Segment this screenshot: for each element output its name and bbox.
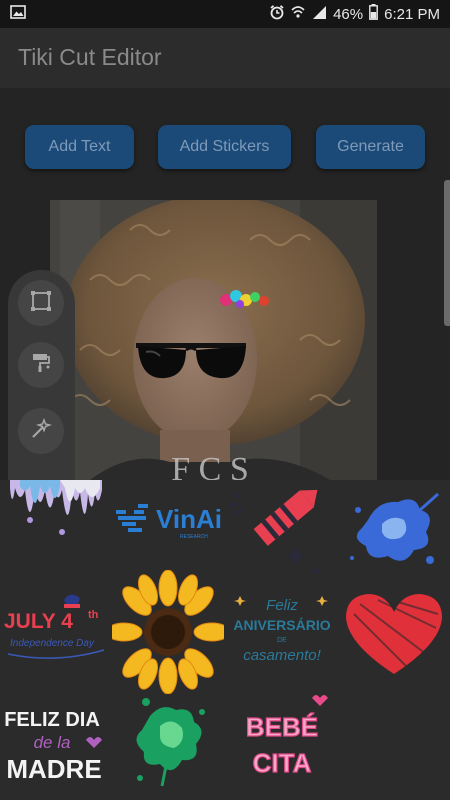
app-bar: Tiki Cut Editor (0, 28, 450, 88)
tool-rail (8, 270, 75, 480)
app-title: Tiki Cut Editor (18, 44, 162, 70)
july-4th-title: JULY 4 (4, 610, 73, 633)
crop-frame-icon (29, 289, 53, 318)
screen: 46% 6:21 PM Tiki Cut Editor Add Text Add… (0, 0, 450, 800)
sunflower-sticker[interactable] (112, 570, 224, 694)
july-4th-subtitle: Independence Day (10, 638, 95, 649)
bebecita-line-2: CITA (253, 748, 312, 778)
green-splash-sticker[interactable] (116, 686, 228, 792)
july-4th-sticker[interactable]: JULY 4 th Independence Day (0, 584, 112, 690)
firework-rocket-sticker[interactable] (224, 480, 336, 586)
battery-percent: 46% (333, 5, 364, 23)
bebecita-line-1: BEBÉ (246, 712, 318, 742)
image-icon (10, 5, 26, 23)
aniversario-line-3: DE (277, 637, 287, 644)
paint-drip-sticker[interactable] (0, 480, 112, 586)
madre-line-3: MADRE (6, 754, 101, 784)
bebecita-sticker[interactable]: BEBÉ CITA (226, 690, 338, 796)
battery-icon (369, 4, 379, 24)
photo-canvas[interactable]: F C S (50, 200, 377, 480)
aniversario-line-2: ANIVERSÁRIO (233, 617, 330, 633)
blue-splash-sticker[interactable] (338, 480, 450, 586)
feliz-dia-madre-sticker[interactable]: FELIZ DIA de la MADRE (0, 690, 112, 796)
july-4th-suffix: th (88, 609, 99, 621)
paint-tool-button[interactable] (18, 342, 64, 388)
madre-line-2: de la (34, 733, 71, 752)
scrollbar-thumb[interactable] (444, 180, 450, 326)
magic-wand-icon (29, 417, 53, 446)
effects-tool-button[interactable] (18, 408, 64, 454)
madre-line-1: FELIZ DIA (4, 709, 100, 731)
add-stickers-button[interactable]: Add Stickers (158, 125, 291, 169)
clock-time: 6:21 PM (384, 5, 440, 23)
status-bar: 46% 6:21 PM (0, 0, 450, 28)
generate-button[interactable]: Generate (316, 125, 425, 169)
alarm-icon (269, 4, 285, 24)
paint-roller-icon (29, 351, 53, 380)
vinai-logo-subtext: RESEARCH (180, 534, 208, 540)
signal-icon (311, 4, 327, 24)
crop-tool-button[interactable] (18, 280, 64, 326)
editor-area: Add Text Add Stickers Generate F C S (0, 88, 450, 480)
photo-caption: F C S (171, 451, 249, 480)
sticker-panel: VinAi RESEARCH JULY 4 th Independence Da… (0, 480, 450, 800)
red-heart-sticker[interactable] (338, 584, 450, 690)
aniversario-line-4: casamento! (243, 647, 321, 664)
add-text-button[interactable]: Add Text (25, 125, 134, 169)
feliz-aniversario-sticker[interactable]: Feliz ANIVERSÁRIO DE casamento! (226, 584, 338, 690)
aniversario-line-1: Feliz (266, 597, 298, 614)
vinai-logo-text: VinAi (156, 504, 222, 534)
wifi-icon (291, 4, 305, 24)
